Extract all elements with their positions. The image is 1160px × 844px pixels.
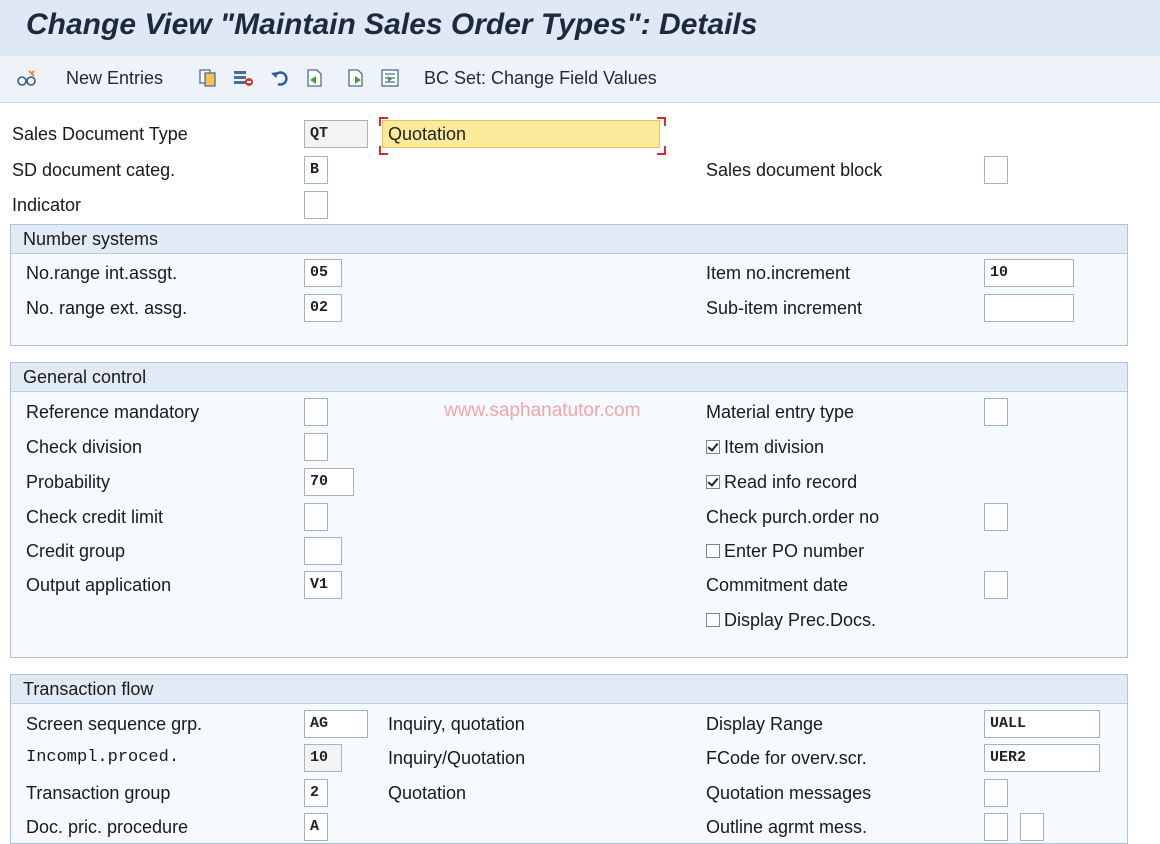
output-application-label: Output application [26,575,172,595]
previous-entry-icon[interactable] [304,65,324,91]
doc-pric-procedure-label: Doc. pric. procedure [26,817,189,837]
check-division-field[interactable] [304,433,328,461]
delete-icon[interactable] [232,65,253,91]
select-block-icon[interactable] [380,65,400,91]
focus-corner-bottom-right [657,146,666,155]
title-bar: Change View "Maintain Sales Order Types"… [0,0,1160,56]
enter-po-number-checkbox[interactable]: Enter PO number [706,537,864,565]
glasses-icon[interactable] [16,65,36,91]
incompl-proced-description: Inquiry/Quotation [388,748,526,768]
incompl-proced-field[interactable]: 10 [304,744,342,772]
enter-po-number-label: Enter PO number [724,540,865,561]
read-info-record-label: Read info record [724,471,858,492]
sales-document-block-label: Sales document block [706,160,883,180]
no-range-int-assgt-field[interactable]: 05 [304,259,342,287]
number-systems-header: Number systems [11,225,1127,254]
sd-document-categ-label: SD document categ. [12,160,176,180]
sales-document-type-field[interactable]: QT [304,120,368,148]
screen-sequence-grp-field[interactable]: AG [304,710,368,738]
commitment-date-label: Commitment date [706,575,849,595]
check-division-label: Check division [26,437,143,457]
quotation-messages-label: Quotation messages [706,783,872,803]
sd-document-categ-field[interactable]: B [304,156,328,184]
probability-label: Probability [26,472,111,492]
item-no-increment-label: Item no.increment [706,263,851,283]
transaction-group-description: Quotation [388,783,467,803]
item-division-checkbox[interactable]: Item division [706,433,824,461]
display-range-label: Display Range [706,714,824,734]
sales-document-block-field[interactable] [984,156,1008,184]
outline-agrmt-mess-label: Outline agrmt mess. [706,817,868,837]
display-prec-docs-label: Display Prec.Docs. [724,609,877,630]
outline-agrmt-mess-field[interactable] [984,813,1008,841]
application-toolbar: New Entries BC Set: Change Field Values [0,56,1160,103]
sub-item-increment-label: Sub-item increment [706,298,863,318]
display-prec-docs-check-icon[interactable] [706,613,720,627]
reference-mandatory-field[interactable] [304,398,328,426]
read-info-record-check-icon[interactable] [706,475,720,489]
credit-group-field[interactable] [304,537,342,565]
sales-document-type-description-field[interactable]: Quotation [382,120,660,148]
check-purch-order-field[interactable] [984,503,1008,531]
undo-icon[interactable] [270,65,290,91]
bc-set-change-field-values-button[interactable]: BC Set: Change Field Values [424,65,657,91]
transaction-flow-header: Transaction flow [11,675,1127,704]
no-range-int-assgt-label: No.range int.assgt. [26,263,178,283]
bc-set-label: BC Set: Change Field Values [424,67,657,88]
fcode-overview-screen-field[interactable]: UER2 [984,744,1100,772]
new-entries-label: New Entries [66,67,164,88]
no-range-ext-assg-label: No. range ext. assg. [26,298,188,318]
display-range-field[interactable]: UALL [984,710,1100,738]
focus-corner-bottom-left [379,146,388,155]
transaction-group-field[interactable]: 2 [304,779,328,807]
new-entries-button[interactable]: New Entries [66,65,163,91]
indicator-label: Indicator [12,195,82,215]
item-division-label: Item division [724,436,825,457]
sub-item-increment-field[interactable] [984,294,1074,322]
no-range-ext-assg-field[interactable]: 02 [304,294,342,322]
watermark-text: www.saphanatutor.com [444,400,641,421]
next-entry-icon[interactable] [346,65,366,91]
check-credit-limit-label: Check credit limit [26,507,164,527]
focus-corner-top-right [657,117,666,126]
material-entry-type-field[interactable] [984,398,1008,426]
read-info-record-checkbox[interactable]: Read info record [706,468,857,496]
credit-group-label: Credit group [26,541,126,561]
commitment-date-field[interactable] [984,571,1008,599]
item-division-check-icon[interactable] [706,440,720,454]
outline-agrmt-mess-extra-field[interactable] [1020,813,1044,841]
transaction-group-label: Transaction group [26,783,171,803]
sales-document-type-label: Sales Document Type [12,124,188,144]
item-no-increment-field[interactable]: 10 [984,259,1074,287]
screen-sequence-grp-label: Screen sequence grp. [26,714,203,734]
check-credit-limit-field[interactable] [304,503,328,531]
copy-icon[interactable] [198,65,218,91]
probability-field[interactable]: 70 [304,468,354,496]
page-title: Change View "Maintain Sales Order Types"… [26,8,758,41]
screen-sequence-grp-description: Inquiry, quotation [388,714,525,734]
quotation-messages-field[interactable] [984,779,1008,807]
incompl-proced-label: Incompl.proced. [26,748,180,767]
display-prec-docs-checkbox[interactable]: Display Prec.Docs. [706,606,876,634]
indicator-field[interactable] [304,191,328,219]
general-control-header: General control [11,363,1127,392]
focus-corner-top-left [379,117,388,126]
fcode-overview-screen-label: FCode for overv.scr. [706,748,867,768]
check-purch-order-label: Check purch.order no [706,507,880,527]
doc-pric-procedure-field[interactable]: A [304,813,328,841]
reference-mandatory-label: Reference mandatory [26,402,200,422]
number-systems-group: Number systems [10,224,1128,346]
enter-po-number-check-icon[interactable] [706,544,720,558]
material-entry-type-label: Material entry type [706,402,855,422]
output-application-field[interactable]: V1 [304,571,342,599]
